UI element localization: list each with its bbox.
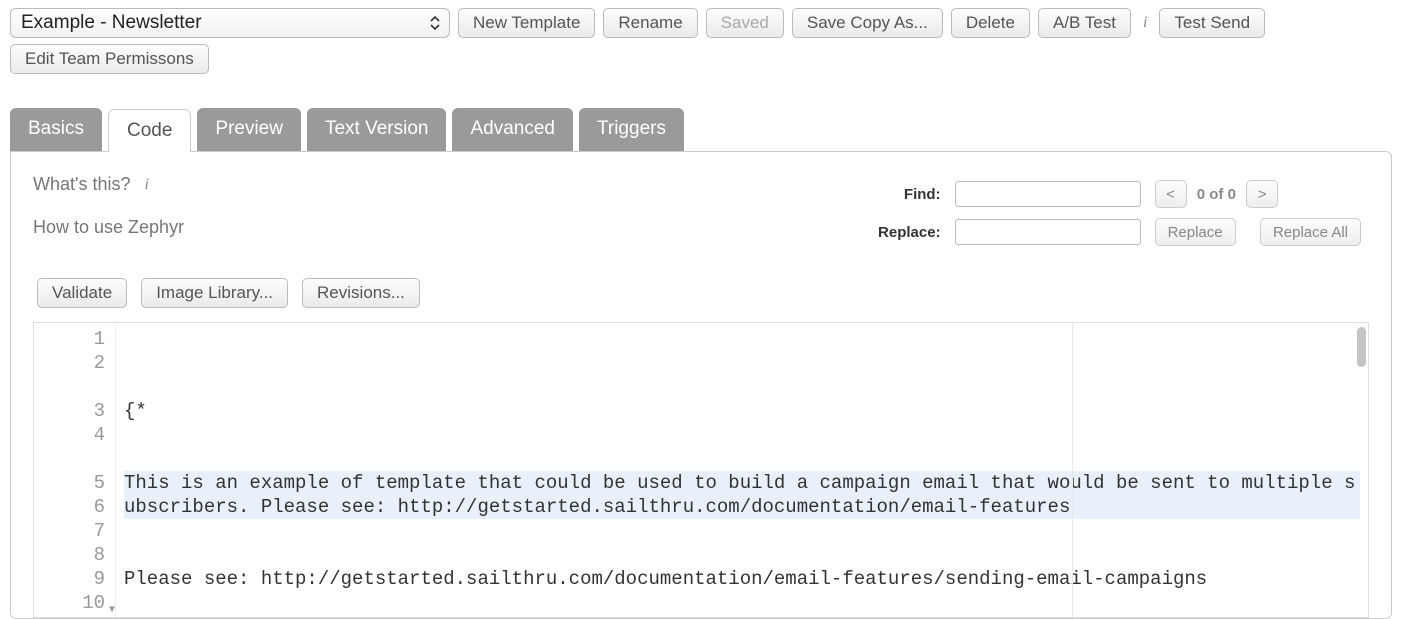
revisions-button[interactable]: Revisions... — [302, 278, 420, 308]
code-panel: What's this? i How to use Zephyr Find: <… — [10, 151, 1392, 619]
ab-test-button[interactable]: A/B Test — [1038, 8, 1131, 38]
tabs: Basics Code Preview Text Version Advance… — [0, 108, 1402, 151]
line-number: 10▼ — [38, 591, 105, 615]
second-toolbar: Edit Team Permissons — [0, 42, 1402, 84]
print-margin — [1072, 323, 1073, 617]
tab-preview[interactable]: Preview — [197, 108, 301, 151]
whats-this-link[interactable]: What's this? — [33, 174, 130, 195]
editor-gutter: 1 2 3 4 5 6 7 8 9 10▼ — [34, 323, 116, 617]
line-number: 5 — [38, 471, 105, 495]
find-next-button[interactable]: > — [1246, 180, 1278, 208]
delete-button[interactable]: Delete — [951, 8, 1030, 38]
find-prev-button[interactable]: < — [1155, 180, 1187, 208]
line-number: 3 — [38, 399, 105, 423]
fold-icon[interactable]: ▼ — [109, 599, 115, 618]
replace-label: Replace: — [863, 224, 941, 241]
validate-button[interactable]: Validate — [37, 278, 127, 308]
line-number: 7 — [38, 519, 105, 543]
find-replace: Find: < 0 of 0 > Replace: Replace Replac… — [855, 174, 1369, 260]
image-library-button[interactable]: Image Library... — [141, 278, 288, 308]
find-input[interactable] — [955, 181, 1141, 207]
line-number: 1 — [38, 327, 105, 351]
replace-button[interactable]: Replace — [1155, 218, 1236, 246]
top-toolbar: Example - Newsletter New Template Rename… — [0, 0, 1402, 42]
rename-button[interactable]: Rename — [603, 8, 697, 38]
edit-team-permissions-button[interactable]: Edit Team Permissons — [10, 44, 209, 74]
replace-all-button[interactable]: Replace All — [1260, 218, 1361, 246]
find-count: 0 of 0 — [1191, 186, 1242, 203]
code-line: {* — [124, 399, 1360, 423]
scrollbar-thumb[interactable] — [1357, 327, 1366, 367]
how-to-link[interactable]: How to use Zephyr — [33, 217, 184, 238]
tab-triggers[interactable]: Triggers — [579, 108, 684, 151]
dropdown-chevrons-icon — [429, 14, 441, 32]
tab-basics[interactable]: Basics — [10, 108, 102, 151]
code-editor[interactable]: 1 2 3 4 5 6 7 8 9 10▼ {* This is an exam… — [33, 322, 1369, 618]
tab-advanced[interactable]: Advanced — [452, 108, 573, 151]
line-number: 9 — [38, 567, 105, 591]
line-number: 6 — [38, 495, 105, 519]
editor-content[interactable]: {* This is an example of template that c… — [116, 323, 1368, 617]
save-copy-as-button[interactable]: Save Copy As... — [792, 8, 943, 38]
code-line: Please see: http://getstarted.sailthru.c… — [124, 567, 1360, 591]
saved-button[interactable]: Saved — [706, 8, 784, 38]
template-select-value: Example - Newsletter — [21, 12, 202, 34]
tab-code[interactable]: Code — [108, 109, 191, 152]
template-select[interactable]: Example - Newsletter — [10, 8, 450, 38]
help-links: What's this? i How to use Zephyr — [33, 174, 184, 260]
find-label: Find: — [863, 186, 941, 203]
tab-text-version[interactable]: Text Version — [307, 108, 447, 151]
line-number: 2 — [38, 351, 105, 399]
line-number: 4 — [38, 423, 105, 471]
code-actions: Validate Image Library... Revisions... — [37, 278, 1369, 308]
line-number: 8 — [38, 543, 105, 567]
code-line: This is an example of template that coul… — [124, 471, 1360, 519]
new-template-button[interactable]: New Template — [458, 8, 595, 38]
info-icon[interactable]: i — [140, 176, 152, 194]
info-icon[interactable]: i — [1139, 14, 1151, 32]
replace-input[interactable] — [955, 219, 1141, 245]
test-send-button[interactable]: Test Send — [1159, 8, 1265, 38]
